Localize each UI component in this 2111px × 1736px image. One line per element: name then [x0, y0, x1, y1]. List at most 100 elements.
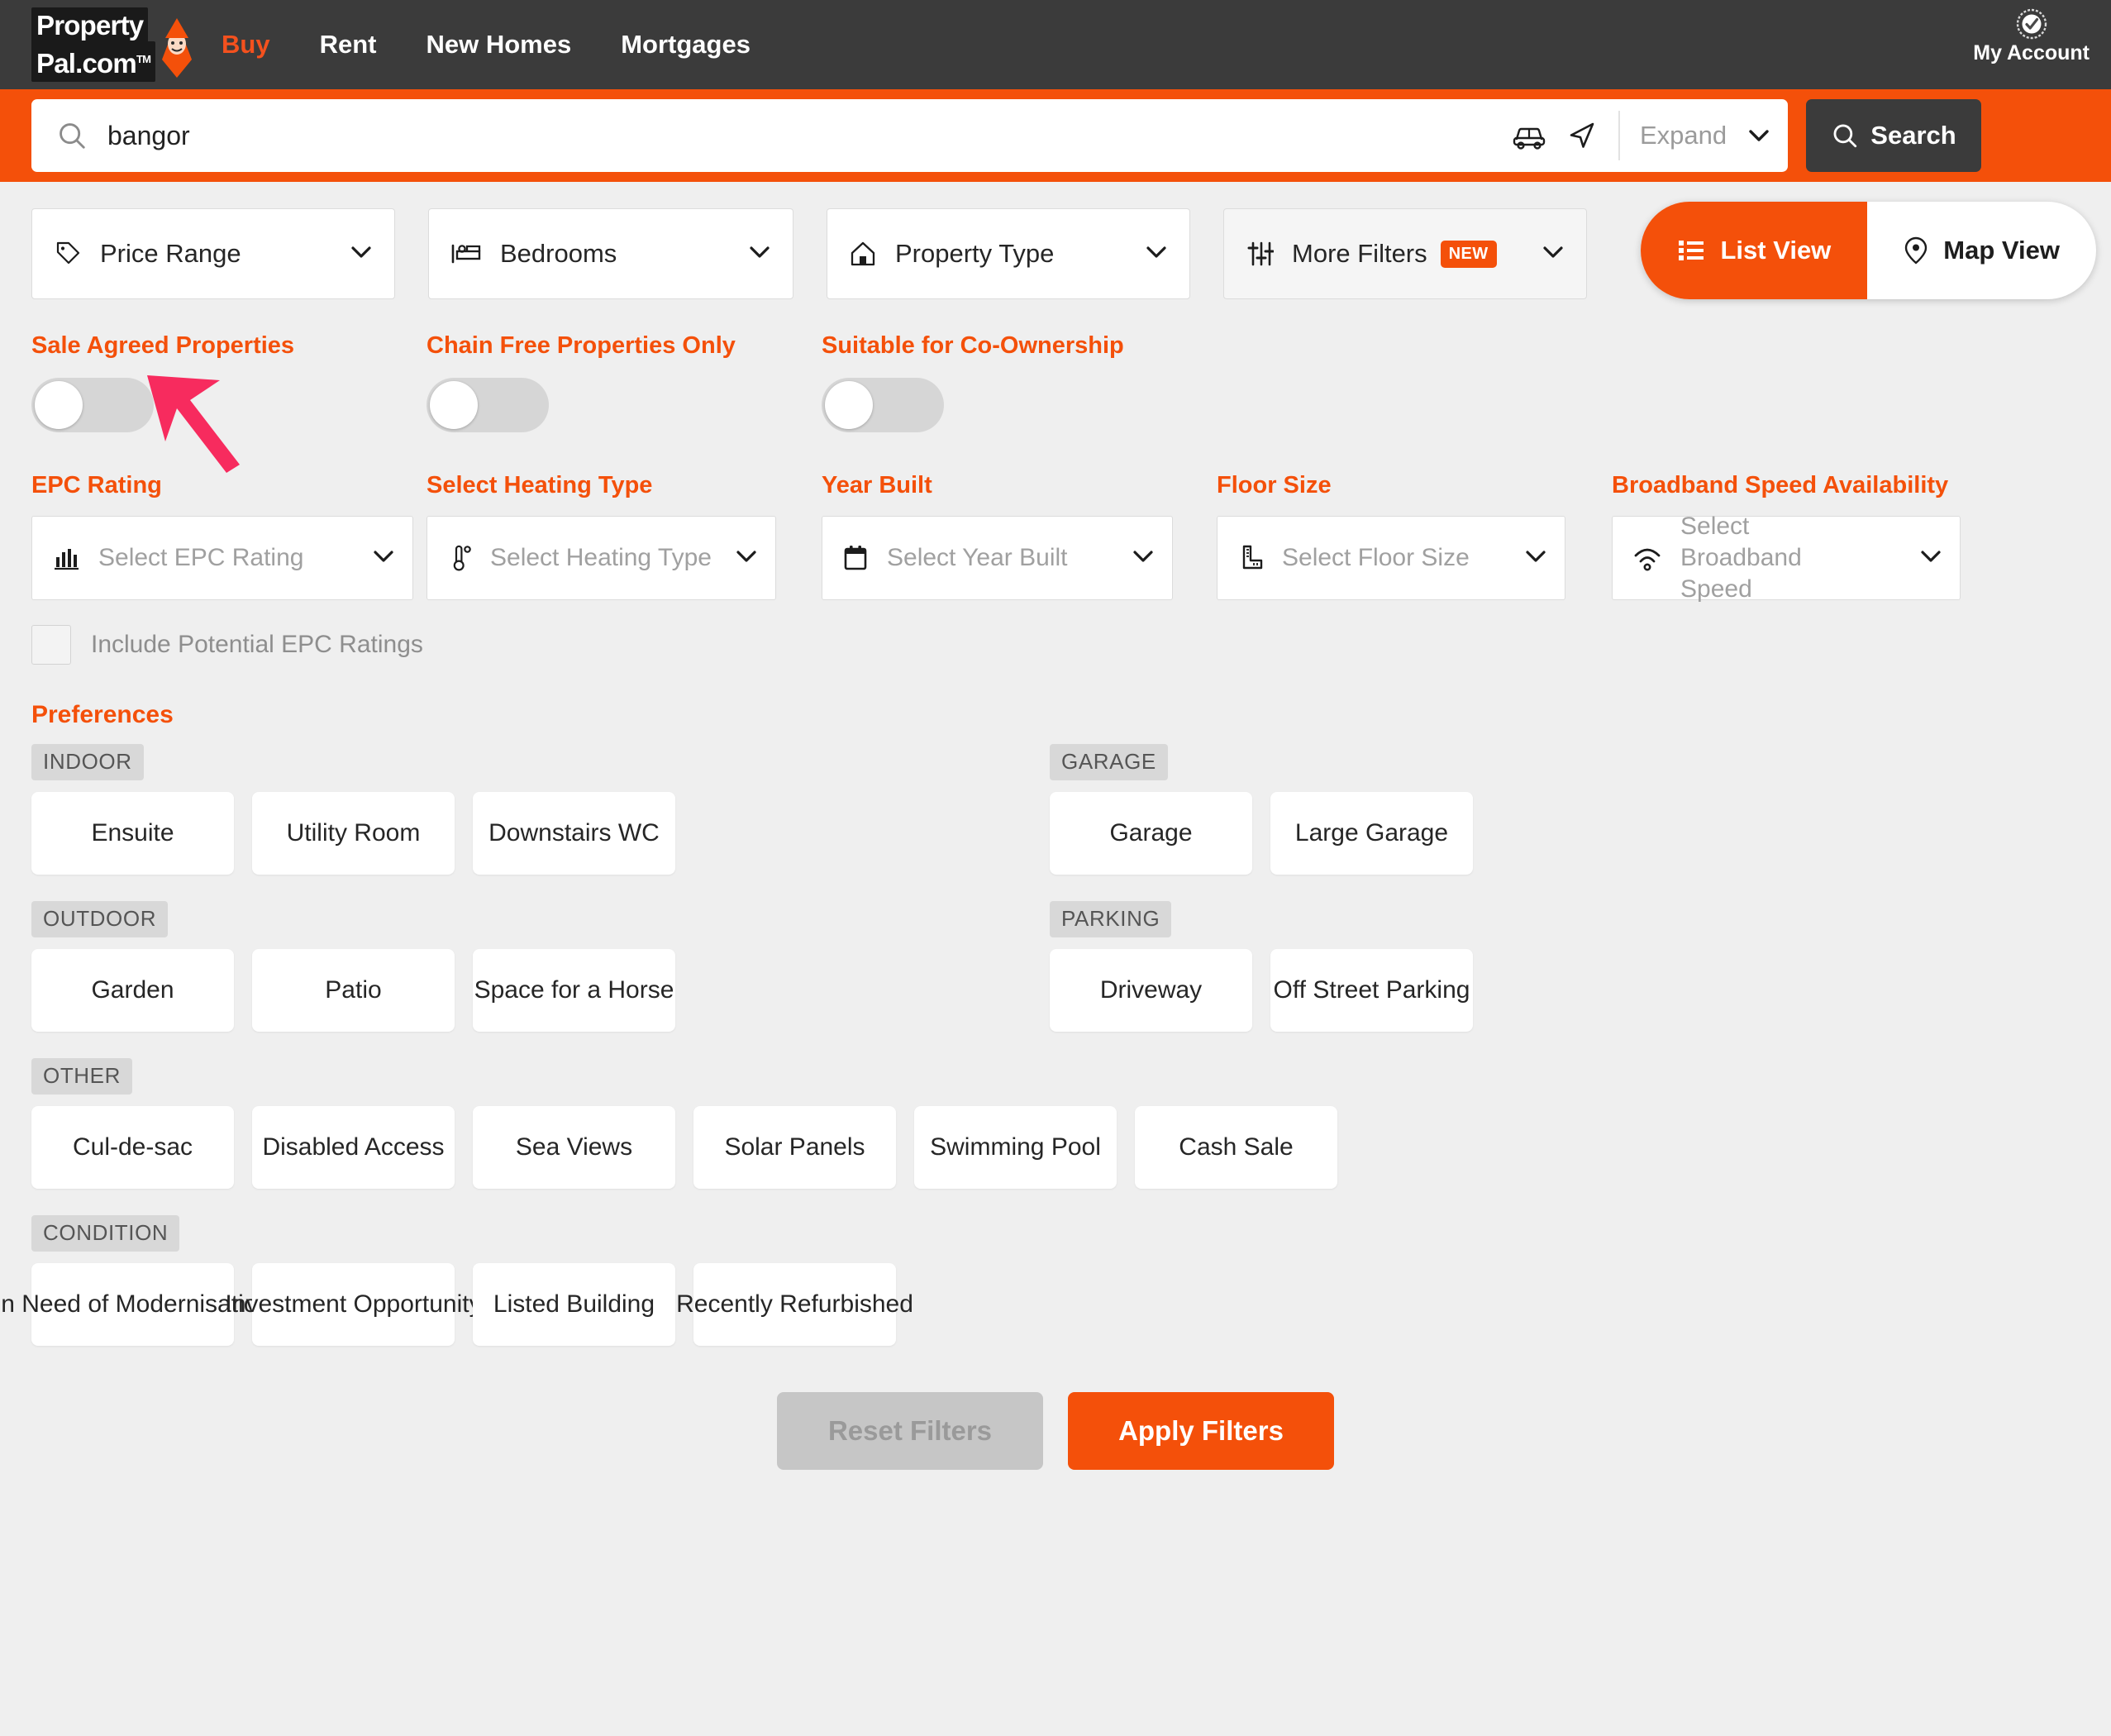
preference-chip[interactable]: Swimming Pool: [914, 1106, 1117, 1189]
expand-radius-select[interactable]: Expand: [1618, 111, 1788, 160]
year-built-placeholder: Select Year Built: [887, 544, 1068, 571]
nav-item-new-homes[interactable]: New Homes: [426, 30, 571, 60]
map-pin-icon: [1905, 236, 1928, 265]
preference-chip[interactable]: Patio: [252, 949, 455, 1032]
preference-chip[interactable]: Driveway: [1050, 949, 1252, 1032]
include-potential-epc-checkbox[interactable]: [31, 625, 71, 665]
logo-line-1: Property: [36, 10, 144, 41]
floor-size-placeholder: Select Floor Size: [1282, 544, 1470, 571]
preference-chip[interactable]: Cul-de-sac: [31, 1106, 234, 1189]
toggle-knob: [35, 381, 83, 429]
my-account-label: My Account: [1973, 41, 2090, 64]
heating-type-select[interactable]: Select Heating Type: [426, 516, 776, 600]
year-built-title: Year Built: [822, 472, 932, 498]
preference-group-parking: PARKING Driveway Off Street Parking: [1050, 901, 1711, 1032]
chevron-down-icon: [1117, 549, 1154, 568]
preference-chip[interactable]: In Need of Modernisation: [0, 1263, 271, 1346]
include-potential-epc-row: Include Potential EPC Ratings: [0, 600, 2111, 665]
list-view-label: List View: [1720, 236, 1832, 265]
more-filters-dropdown[interactable]: More Filters NEW: [1223, 208, 1587, 299]
nav-item-mortgages[interactable]: Mortgages: [621, 30, 751, 60]
advanced-select-filters: EPC Rating Select EPC Rating Select Heat…: [0, 432, 2111, 603]
co-ownership-toggle[interactable]: [822, 378, 944, 432]
preference-chip[interactable]: Large Garage: [1270, 792, 1473, 875]
category-tag-condition: CONDITION: [31, 1215, 180, 1252]
category-tag-parking: PARKING: [1050, 901, 1172, 937]
preference-group-outdoor: OUTDOOR Garden Patio Space for a Horse: [31, 901, 1050, 1032]
floor-size-title: Floor Size: [1217, 472, 1332, 498]
preference-chip[interactable]: Off Street Parking: [1270, 949, 1473, 1032]
sliders-icon: [1247, 241, 1274, 266]
my-account-button[interactable]: My Account: [1973, 8, 2090, 65]
mascot-icon: [162, 18, 192, 78]
heating-type-title: Select Heating Type: [426, 472, 653, 498]
heating-type-filter: Select Heating Type Select Heating Type: [426, 472, 822, 600]
preference-chip[interactable]: Listed Building: [473, 1263, 675, 1346]
epc-rating-select[interactable]: Select EPC Rating: [31, 516, 413, 600]
filter-sale-agreed: Sale Agreed Properties: [31, 332, 426, 432]
navigate-arrow-icon[interactable]: [1565, 119, 1599, 152]
propertypal-logo[interactable]: Property Pal.comTM: [31, 7, 193, 82]
bar-chart-icon: [55, 549, 79, 570]
search-box[interactable]: bangor Expand: [31, 99, 1788, 172]
search-band: bangor Expand Search: [0, 89, 2111, 182]
property-type-label: Property Type: [895, 239, 1055, 268]
preference-chip[interactable]: Investment Opportunity: [225, 1263, 482, 1346]
epc-rating-title: EPC Rating: [31, 472, 162, 498]
epc-rating-filter: EPC Rating Select EPC Rating: [31, 472, 426, 600]
preference-group-indoor: INDOOR Ensuite Utility Room Downstairs W…: [31, 744, 1050, 875]
chevron-down-icon: [1905, 549, 1942, 568]
preference-chip[interactable]: Space for a Horse: [473, 949, 675, 1032]
year-built-select[interactable]: Select Year Built: [822, 516, 1173, 600]
broadband-speed-filter: Broadband Speed Availability Select Broa…: [1612, 472, 1961, 603]
quality-assurance-badge-icon: [2016, 8, 2047, 40]
preference-chip[interactable]: Recently Refurbished: [676, 1263, 913, 1346]
apply-filters-button[interactable]: Apply Filters: [1068, 1392, 1334, 1470]
preference-chip[interactable]: Utility Room: [252, 792, 455, 875]
chip-row-parking: Driveway Off Street Parking: [1050, 949, 1711, 1032]
nav-item-rent[interactable]: Rent: [320, 30, 377, 60]
heating-type-placeholder: Select Heating Type: [490, 544, 712, 571]
logo-trademark: TM: [136, 53, 151, 65]
epc-rating-placeholder: Select EPC Rating: [98, 544, 304, 571]
sale-agreed-toggle[interactable]: [31, 378, 154, 432]
preference-chip[interactable]: Sea Views: [473, 1106, 675, 1189]
map-view-label: Map View: [1943, 236, 2060, 265]
preference-group-garage: GARAGE Garage Large Garage: [1050, 744, 1711, 875]
reset-filters-button[interactable]: Reset Filters: [777, 1392, 1043, 1470]
broadband-speed-select[interactable]: Select Broadband Speed: [1612, 513, 1961, 603]
search-input[interactable]: bangor: [56, 99, 1509, 172]
chevron-down-icon: [358, 549, 394, 568]
chevron-down-icon: [1520, 245, 1565, 264]
car-commute-icon[interactable]: [1509, 121, 1549, 150]
preference-chip[interactable]: Garage: [1050, 792, 1252, 875]
search-icon: [1833, 124, 1857, 148]
logo-line-2: Pal.com: [36, 48, 137, 79]
property-type-dropdown[interactable]: Property Type: [827, 208, 1190, 299]
top-navigation-bar: Property Pal.comTM Buy Rent New Homes Mo…: [0, 0, 2111, 89]
filter-chain-free: Chain Free Properties Only: [426, 332, 822, 432]
bed-icon: [451, 244, 481, 264]
floor-size-select[interactable]: Select Floor Size: [1217, 516, 1565, 600]
view-mode-toggle: List View Map View: [1641, 202, 2096, 299]
preference-chip[interactable]: Garden: [31, 949, 234, 1032]
preference-chip[interactable]: Disabled Access: [252, 1106, 455, 1189]
include-potential-epc-label: Include Potential EPC Ratings: [91, 631, 423, 658]
price-range-dropdown[interactable]: Price Range: [31, 208, 395, 299]
search-icon: [60, 123, 85, 149]
chain-free-toggle[interactable]: [426, 378, 549, 432]
tab-list-view[interactable]: List View: [1641, 202, 1868, 299]
bedrooms-dropdown[interactable]: Bedrooms: [428, 208, 793, 299]
boolean-filter-toggles: Sale Agreed Properties Chain Free Proper…: [0, 299, 2111, 473]
preferences-heading: Preferences: [31, 701, 174, 728]
chip-row-garage: Garage Large Garage: [1050, 792, 1711, 875]
nav-item-buy[interactable]: Buy: [222, 30, 270, 60]
preference-chip[interactable]: Solar Panels: [693, 1106, 896, 1189]
filter-action-bar: Reset Filters Apply Filters: [31, 1392, 2080, 1470]
chip-row-indoor: Ensuite Utility Room Downstairs WC: [31, 792, 1050, 875]
preference-chip[interactable]: Ensuite: [31, 792, 234, 875]
tab-map-view[interactable]: Map View: [1867, 202, 2096, 299]
preference-chip[interactable]: Downstairs WC: [473, 792, 675, 875]
preference-chip[interactable]: Cash Sale: [1135, 1106, 1337, 1189]
search-button[interactable]: Search: [1806, 99, 1981, 172]
